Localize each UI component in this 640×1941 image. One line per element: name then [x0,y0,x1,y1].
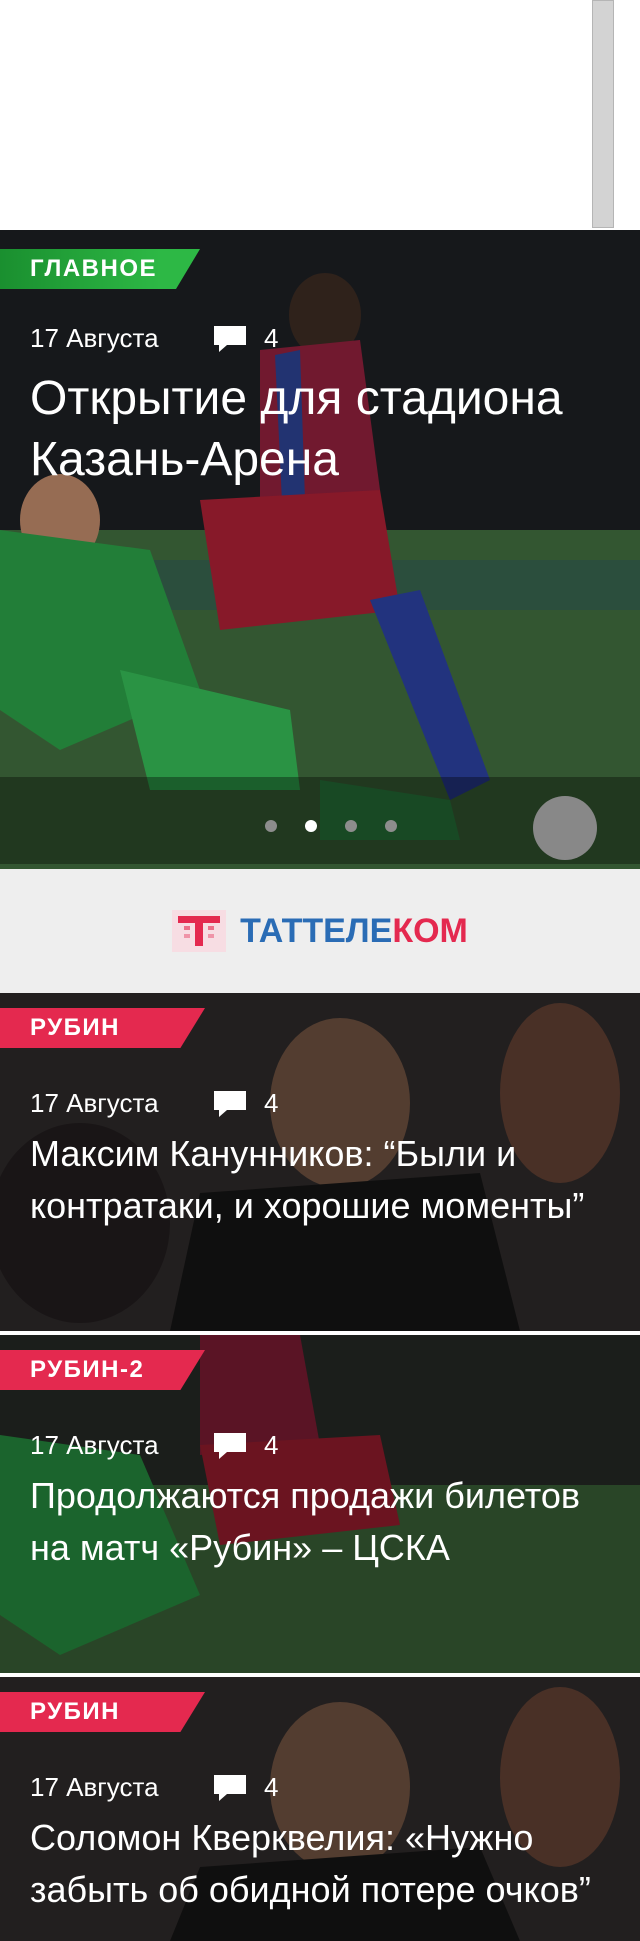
tattelecom-logo[interactable]: ТАТТЕЛЕКОМ [172,910,468,952]
brand-name-part2: КОМ [392,911,468,950]
scrollbar[interactable] [592,0,614,228]
article-title[interactable]: Открытие для стадиона Казань-Арена [30,368,610,490]
article-meta: 17 Августа 4 [30,1430,278,1461]
category-tag[interactable]: РУБИН-2 [0,1350,205,1390]
article-title[interactable]: Максим Канунников: “Были и контратаки, и… [30,1128,610,1232]
category-tag[interactable]: РУБИН [0,1692,205,1732]
comment-count: 4 [264,1088,279,1118]
news-card[interactable]: РУБИН 17 Августа 4 Максим Канунников: “Б… [0,993,640,1331]
slider-dot-2-active[interactable] [305,820,317,832]
comment-count: 4 [264,323,279,353]
comment-bubble-icon [214,1090,246,1117]
article-title[interactable]: Продолжаются продажи билетов на матч «Ру… [30,1470,610,1574]
article-meta: 17 Августа 4 [30,1088,278,1119]
featured-slide[interactable]: ГЛАВНОЕ 17 Августа 4 Открытие для стадио… [0,230,640,869]
article-date: 17 Августа [30,323,159,353]
slider-dot-4[interactable] [385,820,397,832]
brand-name: ТАТТЕЛЕКОМ [240,912,468,951]
article-date: 17 Августа [30,1772,159,1802]
article-title[interactable]: Соломон Кверквелия: «Нужно забыть об оби… [30,1812,610,1916]
news-card[interactable]: РУБИН-2 17 Августа 4 Продолжаются продаж… [0,1335,640,1673]
category-tag[interactable]: РУБИН [0,1008,205,1048]
slider-dot-3[interactable] [345,820,357,832]
category-tag[interactable]: ГЛАВНОЕ [0,249,200,289]
article-meta: 17 Августа 4 [30,1772,278,1803]
comment-bubble-icon [214,325,246,352]
comment-bubble-icon [214,1774,246,1801]
comment-count: 4 [264,1430,279,1460]
slider-dot-1[interactable] [265,820,277,832]
comment-count: 4 [264,1772,279,1802]
article-meta: 17 Августа 4 [30,323,278,354]
slider-dots [0,777,640,864]
news-card[interactable]: РУБИН 17 Августа 4 Соломон Кверквелия: «… [0,1677,640,1941]
brand-name-part1: ТАТТЕЛЕ [240,911,393,950]
top-blank-area [0,0,640,230]
comment-bubble-icon [214,1432,246,1459]
tattelecom-logo-icon [172,910,227,952]
article-date: 17 Августа [30,1430,159,1460]
sponsor-banner[interactable]: ТАТТЕЛЕКОМ [0,869,640,993]
article-date: 17 Августа [30,1088,159,1118]
